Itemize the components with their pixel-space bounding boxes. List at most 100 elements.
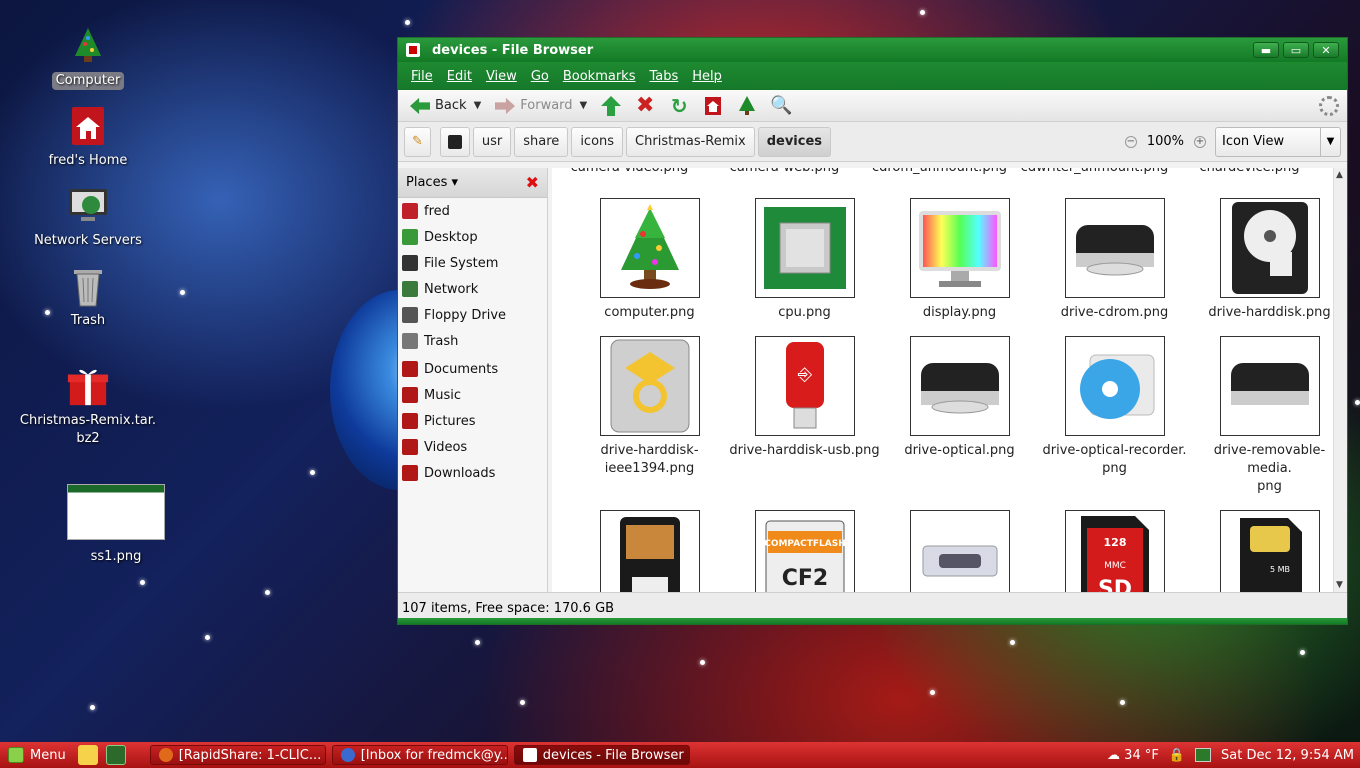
sidebar-item-floppy-drive[interactable]: Floppy Drive bbox=[398, 302, 547, 328]
place-icon bbox=[402, 413, 418, 429]
task-file-browser[interactable]: devices - File Browser bbox=[513, 745, 690, 765]
crumb-root[interactable] bbox=[439, 126, 470, 157]
file-label[interactable]: camera-video.png bbox=[552, 168, 707, 175]
reload-button[interactable]: ↻ bbox=[665, 93, 693, 119]
sidebar-item-music[interactable]: Music bbox=[398, 382, 547, 408]
home-button[interactable] bbox=[699, 93, 727, 119]
file-item[interactable]: drive-harddisk.png bbox=[1192, 198, 1347, 322]
vertical-scrollbar[interactable]: ▲ ▼ bbox=[1333, 168, 1347, 592]
file-label[interactable]: cdwriter_unmount.png bbox=[1017, 168, 1172, 175]
file-item[interactable]: drive-optical.png bbox=[882, 336, 1037, 496]
toolbar: Back ▼ Forward ▼ ✖ ↻ 🔍 bbox=[398, 90, 1347, 122]
menu-go[interactable]: Go bbox=[526, 69, 554, 84]
place-icon bbox=[402, 387, 418, 403]
file-item[interactable]: drive-harddisk- ieee1394.png bbox=[572, 336, 727, 496]
file-item[interactable]: computer.png bbox=[572, 198, 727, 322]
maximize-button[interactable]: ▭ bbox=[1283, 42, 1309, 58]
window-titlebar[interactable]: devices - File Browser ▬ ▭ ✕ bbox=[398, 38, 1347, 62]
stop-button[interactable]: ✖ bbox=[631, 93, 659, 119]
notes-launcher-icon[interactable] bbox=[77, 745, 98, 765]
up-button[interactable] bbox=[597, 93, 625, 119]
crumb-icons[interactable]: icons bbox=[571, 126, 624, 157]
sidebar-item-label: Network bbox=[424, 281, 479, 297]
menu-help[interactable]: Help bbox=[687, 69, 727, 84]
file-item[interactable]: COMPACTFLASH CF2 bbox=[727, 510, 882, 592]
sidebar-item-trash[interactable]: Trash bbox=[398, 328, 547, 354]
file-label: display.png bbox=[922, 305, 997, 320]
desktop-icon-home[interactable]: fred's Home bbox=[18, 104, 158, 170]
menu-tabs[interactable]: Tabs bbox=[644, 69, 683, 84]
sidebar-item-label: fred bbox=[424, 203, 450, 219]
sidebar-item-file-system[interactable]: File System bbox=[398, 250, 547, 276]
file-item[interactable]: display.png bbox=[882, 198, 1037, 322]
file-item[interactable]: 5 MB bbox=[1192, 510, 1347, 592]
desktop-icon-computer[interactable]: Computer bbox=[18, 24, 158, 90]
svg-text:COMPACTFLASH: COMPACTFLASH bbox=[764, 539, 846, 549]
file-label[interactable]: camera-web.png bbox=[707, 168, 862, 175]
computer-button[interactable] bbox=[733, 93, 761, 119]
sidebar-item-pictures[interactable]: Pictures bbox=[398, 408, 547, 434]
places-selector[interactable]: Places ▾ bbox=[406, 175, 458, 190]
forward-dropdown-icon[interactable]: ▼ bbox=[580, 100, 588, 111]
cloud-icon: ☁ bbox=[1107, 747, 1121, 763]
menu-view[interactable]: View bbox=[481, 69, 522, 84]
toggle-location-entry-button[interactable]: ✎ bbox=[404, 126, 431, 157]
desktop-icon-archive[interactable]: Christmas-Remix.tar. bz2 bbox=[18, 364, 158, 448]
file-item[interactable] bbox=[572, 510, 727, 592]
sidebar-item-desktop[interactable]: Desktop bbox=[398, 224, 547, 250]
zoom-out-button[interactable]: − bbox=[1124, 135, 1137, 148]
file-item[interactable] bbox=[882, 510, 1037, 592]
sidebar-item-videos[interactable]: Videos bbox=[398, 434, 547, 460]
search-button[interactable]: 🔍 bbox=[767, 93, 795, 119]
network-status-icon[interactable] bbox=[1195, 748, 1212, 762]
crumb-share[interactable]: share bbox=[514, 126, 569, 157]
start-menu-button[interactable]: Menu bbox=[0, 742, 74, 768]
menu-file[interactable]: File bbox=[406, 69, 438, 84]
file-item[interactable]: drive-removable-media. png bbox=[1192, 336, 1347, 496]
sidebar-item-network[interactable]: Network bbox=[398, 276, 547, 302]
weather-applet[interactable]: ☁ 34 °F bbox=[1107, 748, 1159, 763]
scroll-up-icon[interactable]: ▲ bbox=[1336, 170, 1343, 180]
task-inbox[interactable]: [Inbox for fredmck@y... bbox=[331, 745, 508, 765]
sidebar-item-documents[interactable]: Documents bbox=[398, 356, 547, 382]
zoom-in-button[interactable]: + bbox=[1194, 135, 1206, 148]
menu-edit[interactable]: Edit bbox=[442, 69, 477, 84]
forward-arrow-icon bbox=[495, 96, 516, 116]
view-mode-select[interactable]: Icon View ▼ bbox=[1215, 126, 1341, 157]
back-button[interactable]: Back ▼ bbox=[406, 93, 485, 119]
desktop-icon-screenshot[interactable]: ss1.png bbox=[46, 484, 186, 566]
file-item[interactable]: 128 MMC SD bbox=[1037, 510, 1192, 592]
file-label[interactable]: chardevice.png bbox=[1172, 168, 1327, 175]
minimize-button[interactable]: ▬ bbox=[1253, 42, 1279, 58]
file-item[interactable]: drive-cdrom.png bbox=[1037, 198, 1192, 322]
file-label[interactable]: cdrom_unmount.png bbox=[862, 168, 1017, 175]
crumb-usr[interactable]: usr bbox=[472, 126, 512, 157]
sim-card-icon: 5 MB bbox=[1219, 510, 1320, 592]
back-dropdown-icon[interactable]: ▼ bbox=[474, 100, 482, 111]
clock[interactable]: Sat Dec 12, 9:54 AM bbox=[1221, 748, 1354, 763]
desktop-icon-label: Trash bbox=[70, 313, 106, 328]
sidebar-item-downloads[interactable]: Downloads bbox=[398, 460, 547, 486]
reload-icon: ↻ bbox=[670, 93, 688, 118]
crumb-devices[interactable]: devices bbox=[757, 126, 832, 157]
crumb-christmas-remix[interactable]: Christmas-Remix bbox=[626, 126, 755, 157]
desktop-icon-trash[interactable]: Trash bbox=[18, 264, 158, 330]
sidebar-item-fred[interactable]: fred bbox=[398, 198, 547, 224]
file-item[interactable]: cpu.png bbox=[727, 198, 882, 322]
desktop-icon-network[interactable]: Network Servers bbox=[18, 184, 158, 250]
task-rapidshare[interactable]: [RapidShare: 1-CLIC... bbox=[149, 745, 326, 765]
file-item[interactable]: drive-optical-recorder. png bbox=[1037, 336, 1192, 496]
menu-bookmarks[interactable]: Bookmarks bbox=[558, 69, 641, 84]
close-sidebar-icon[interactable]: ✖ bbox=[526, 173, 539, 192]
gift-icon bbox=[66, 364, 110, 408]
lock-icon[interactable]: 🔒 bbox=[1169, 748, 1185, 763]
file-item[interactable]: ⎆ drive-harddisk-usb.png bbox=[727, 336, 882, 496]
forward-button[interactable]: Forward ▼ bbox=[491, 93, 591, 119]
places-sidebar: Places ▾ ✖ fred Desktop File System Network… bbox=[398, 168, 548, 592]
terminal-launcher-icon[interactable] bbox=[105, 745, 126, 765]
zoom-level[interactable]: 100% bbox=[1147, 134, 1184, 149]
scroll-down-icon[interactable]: ▼ bbox=[1336, 580, 1343, 590]
close-button[interactable]: ✕ bbox=[1313, 42, 1339, 58]
sidebar-item-label: Documents bbox=[424, 361, 499, 377]
firewire-drive-icon bbox=[599, 336, 700, 436]
